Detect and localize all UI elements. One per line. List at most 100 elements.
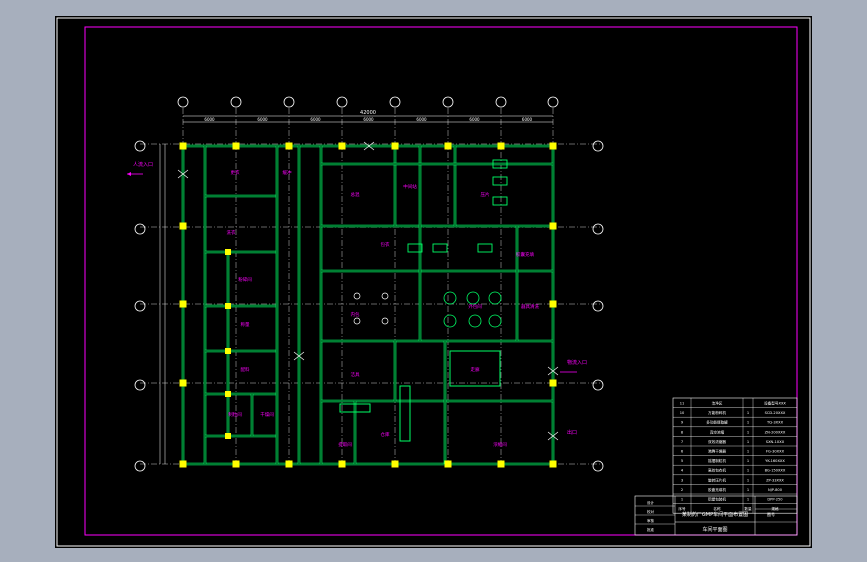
axis-bubble-top: [389, 96, 401, 108]
column: [225, 348, 231, 354]
machine-symbol: [381, 317, 389, 325]
dimension-total: 42000: [360, 110, 376, 116]
machine-symbol: [353, 292, 361, 300]
title-sheet-label: 图号: [767, 511, 775, 517]
equipment-cell: 设备型号XXX: [764, 401, 786, 406]
equipment-cell: 11: [680, 402, 685, 406]
equipment-cell: 1: [747, 459, 749, 463]
room-label-r3: 洗衣: [227, 229, 236, 236]
axis-bubble-left: [134, 379, 146, 391]
room-label-r1: 更衣: [231, 169, 240, 176]
tank-symbol: [443, 291, 457, 305]
entrance-right: 物流入口: [560, 359, 587, 373]
inner-border: [84, 26, 798, 536]
title-row-1: 校对: [647, 509, 655, 514]
column: [549, 222, 557, 230]
equipment-cell: 双效浓缩器: [708, 439, 726, 444]
equipment-cell: 多功能提取罐: [706, 420, 728, 425]
equipment-cell: DPP-250: [767, 498, 783, 502]
equipment-cell: 9: [681, 421, 684, 425]
room-labels: 更衣 缓冲洗衣粉碎间称量配料制粒间 干燥间 总混 中间站压片包衣胶囊充填内包 外包间 器具清…: [227, 169, 540, 448]
entrance-right-label: 物流入口: [567, 359, 587, 366]
room-label-r7: 制粒间: [228, 411, 242, 418]
title-row-0: 设计: [647, 500, 655, 505]
equipment-cell: 7: [681, 440, 683, 444]
equipment-cell: 真空浓缩: [710, 429, 725, 434]
column: [497, 460, 505, 468]
column: [285, 142, 293, 150]
exit-label: 出口: [567, 429, 577, 436]
room-label-r2: 缓冲: [283, 169, 292, 176]
room-label-r17: 洁具: [351, 371, 360, 378]
room-label-r10: 中间站: [403, 183, 417, 190]
room-label-r9: 总混: [351, 191, 360, 198]
equipment-cell: 数量: [744, 506, 752, 511]
column: [225, 433, 231, 439]
conveyor: [399, 385, 411, 442]
column: [179, 379, 187, 387]
bay-dimension-label: 6000: [310, 117, 321, 122]
equipment-cell: 高效包衣机: [708, 468, 726, 473]
room-label-r14: 内包: [351, 311, 360, 318]
equipment-cell: NJP-800: [768, 488, 783, 492]
tank-symbol: [468, 314, 482, 328]
axis-bubble-top: [442, 96, 454, 108]
exit-right: 出口: [567, 429, 577, 436]
equipment-cell: SCD-20XXX: [765, 411, 786, 415]
equipment-cell: 8: [681, 430, 684, 434]
room-label-r15: 外包间: [468, 303, 482, 310]
axis-bubble-right: [592, 300, 604, 312]
room-label-r19: 提取间: [338, 441, 352, 448]
column: [179, 222, 187, 230]
room-label-r4: 粉碎间: [238, 276, 252, 283]
equipment-box: [492, 176, 508, 186]
equipment-cell: 1: [747, 450, 749, 454]
equipment-cell: FG-30XXX: [766, 450, 785, 454]
column: [232, 460, 240, 468]
column: [444, 460, 452, 468]
equipment-cell: TQ-3XXX: [766, 421, 784, 425]
title-main: 某制药厂GMP车间平面布置图: [682, 511, 748, 518]
equipment-cell: 5: [681, 459, 683, 463]
room-label-r13: 胶囊充填: [516, 251, 534, 258]
entrance-left-label: 人流入口: [133, 161, 153, 168]
column: [179, 300, 187, 308]
bay-dimension-label: 6000: [257, 117, 268, 122]
equipment-cell: 1: [747, 440, 749, 444]
equipment-cell: 摇摆制粒机: [708, 458, 726, 463]
equipment-cell: 洁净区: [712, 401, 723, 406]
equipment-cell: 序号: [678, 506, 686, 511]
axis-bubble-left: [134, 460, 146, 472]
equipment-cell: 旋转压片机: [708, 477, 726, 482]
machine-symbol: [381, 292, 389, 300]
equipment-cell: 1: [747, 421, 749, 425]
column: [549, 460, 557, 468]
floor-plan-svg: 更衣 缓冲洗衣粉碎间称量配料制粒间 干燥间 总混 中间站压片包衣胶囊充填内包 外包间 器具清…: [56, 17, 811, 547]
equipment-cell: 沸腾干燥器: [708, 449, 726, 454]
bay-dimension-label: 6000: [522, 117, 533, 122]
bay-dimension-label: 6000: [363, 117, 374, 122]
column: [179, 460, 187, 468]
axis-bubble-top: [495, 96, 507, 108]
axis-bubble-left: [134, 223, 146, 235]
column: [285, 460, 293, 468]
title-block: 某制药厂GMP车间平面布置图 车间平面图 图号 设计 校对 审核 批准: [634, 495, 798, 536]
axis-bubble-top: [283, 96, 295, 108]
bay-dimension-label: 6000: [469, 117, 480, 122]
axis-bubble-top: [177, 96, 189, 108]
equipment-box: [477, 243, 493, 253]
room-label-r16: 器具清洗: [521, 303, 539, 310]
column: [391, 142, 399, 150]
room-label-r18: 走廊: [471, 366, 480, 373]
axis-bubble-left: [134, 300, 146, 312]
drawing-sheet: 更衣 缓冲 洗衣 粉碎间 称量 配料 制粒间 干燥间 总混 中间站 压片 包衣 胶囊充填 内包 外包间 器具清…: [55, 16, 812, 548]
axis-bubble-right: [592, 379, 604, 391]
equipment-cell: 6: [681, 450, 684, 454]
equipment-cell: 胶囊充填机: [708, 487, 726, 492]
cad-viewport[interactable]: 更衣 缓冲 洗衣 粉碎间 称量 配料 制粒间 干燥间 总混 中间站 压片 包衣 胶囊充填 内包 外包间 器具清…: [0, 0, 867, 562]
room-label-r11: 压片: [481, 191, 490, 198]
equipment-cell: 规格: [771, 506, 779, 511]
equipment-cell: SXN-1XXX: [766, 440, 785, 444]
column: [549, 142, 557, 150]
axis-bubble-top: [336, 96, 348, 108]
